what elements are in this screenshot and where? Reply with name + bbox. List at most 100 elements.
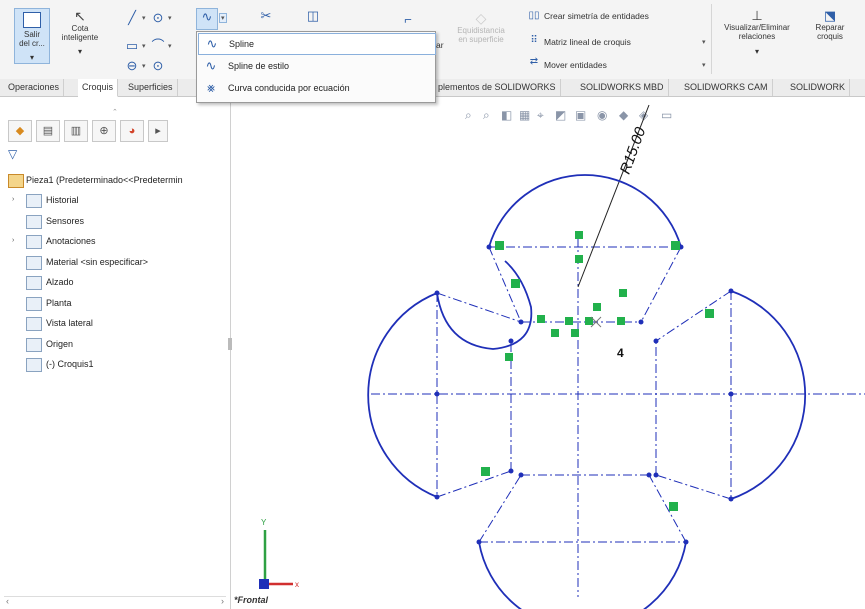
heads-up-view-toolbar[interactable]: ⌕ ⌕ ◧ ▦ ⌖ ◩ ▣ ◉ ◆ ◈ ▭ [465, 108, 672, 122]
spline-flyout-menu: ∿ Spline ∿ Spline de estilo ⨳ Curva cond… [196, 31, 436, 103]
filter-icon[interactable]: ▽ [8, 147, 17, 161]
exit-dropdown-arrow[interactable]: ▾ [15, 53, 49, 62]
linear-pattern-icon: ⠿ [530, 35, 538, 46]
line-tool-icon[interactable]: ╱ [124, 10, 140, 26]
tree-item[interactable]: Vista lateral [0, 313, 230, 333]
linear-pattern-button[interactable]: Matriz lineal de croquis [544, 37, 631, 47]
arc-tool-icon[interactable]: ⌒ [150, 38, 166, 54]
tree-root[interactable]: Pieza1 (Predeterminado<<Predetermin [0, 170, 230, 190]
expand-arrow-icon[interactable]: › [12, 190, 14, 210]
panel-collapse-handle[interactable]: ⌃ [112, 108, 118, 116]
surface-offset-icon: ◇ [475, 10, 487, 26]
history-icon [26, 194, 42, 208]
dimxpert-tab-icon[interactable]: ⊕ [92, 120, 116, 142]
convert-tool-icon[interactable]: ◫ [305, 8, 321, 24]
panel-horizontal-scrollbar[interactable]: ‹ › [4, 596, 226, 607]
trim-tool-icon[interactable]: ✂ [258, 8, 274, 24]
line-dropdown-arrow[interactable]: ▾ [142, 14, 146, 22]
exit-sketch-button[interactable]: Salir del cr... ▾ [14, 8, 50, 64]
offset-tool-icon[interactable]: ⌐ [400, 12, 416, 28]
zoom-area-icon: ⌕ [483, 108, 490, 122]
rectangle-dropdown-arrow[interactable]: ▾ [142, 42, 146, 50]
zoom-to-fit-icon: ⌕ [465, 108, 472, 122]
offset-partial-label: ar [436, 40, 444, 50]
mirror-icon: ▯▯ [528, 10, 540, 21]
repair-sketch-button[interactable]: ⬔ Reparar croquis [808, 8, 852, 41]
spline-tool-icon[interactable]: ∿ [196, 8, 218, 30]
panel-splitter-handle[interactable] [228, 338, 232, 350]
slot-tool-icon[interactable]: ⊖ [124, 58, 140, 74]
configuration-manager-tab-icon[interactable]: ▥ [64, 120, 88, 142]
rectangle-tool-icon[interactable]: ▭ [124, 38, 140, 54]
tab-mbd[interactable]: SOLIDWORKS MBD [576, 79, 669, 96]
sketch-geometry[interactable] [367, 174, 807, 609]
menu-item-style-spline[interactable]: ∿ Spline de estilo [198, 56, 434, 76]
repair-sketch-icon: ⬔ [823, 8, 837, 23]
tab-superficies[interactable]: Superficies [124, 79, 178, 96]
tree-item[interactable]: › Anotaciones [0, 231, 230, 251]
tree-item[interactable]: Planta [0, 293, 230, 313]
tab-complementos[interactable]: plementos de SOLIDWORKS [434, 79, 561, 96]
property-manager-tab-icon[interactable]: ▤ [36, 120, 60, 142]
expand-arrow-icon[interactable]: › [12, 231, 14, 251]
tree-item[interactable]: Sensores [0, 211, 230, 231]
annotations-icon [26, 235, 42, 249]
move-entities-button[interactable]: Mover entidades [544, 60, 607, 70]
polygon-tool-icon[interactable]: ⊙ [150, 58, 166, 74]
sketch-icon [26, 358, 42, 372]
section-view-icon: ▦ [519, 108, 530, 122]
exit-sketch-icon [23, 12, 41, 28]
panel-more-arrow[interactable]: ▸ [148, 120, 168, 142]
tree-item[interactable]: Origen [0, 334, 230, 354]
edit-appearance-icon: ◆ [619, 108, 629, 122]
view-settings-icon: ▭ [661, 108, 672, 122]
graphics-area[interactable]: ⌕ ⌕ ◧ ▦ ⌖ ◩ ▣ ◉ ◆ ◈ ▭ R15.00 4 Y x [231, 97, 865, 609]
style-spline-icon: ∿ [205, 58, 217, 73]
tree-item[interactable]: (-) Croquis1 [0, 354, 230, 374]
plane-icon [26, 276, 42, 290]
slot-dropdown-arrow[interactable]: ▾ [142, 62, 146, 70]
smart-dimension-button[interactable]: ↖ Cota inteligente ▾ [60, 8, 100, 62]
equation-curve-icon: ⨳ [206, 80, 216, 95]
plane-icon [26, 296, 42, 311]
tab-croquis[interactable]: Croquis [78, 79, 119, 97]
material-icon [26, 255, 42, 270]
mirror-entities-button[interactable]: Crear simetría de entidades [544, 11, 649, 21]
reference-triad: Y x [259, 518, 299, 589]
radius-dimension[interactable]: R15.00 [617, 124, 650, 176]
svg-text:x: x [295, 580, 299, 589]
spline-dropdown-arrow[interactable]: ▾ [219, 13, 227, 23]
tab-operaciones[interactable]: Operaciones [4, 79, 65, 96]
svg-text:Y: Y [261, 518, 267, 527]
display-delete-relations-button[interactable]: ⊥ Visualizar/Eliminar relaciones ▾ [716, 8, 798, 56]
pattern-count-label: 4 [617, 346, 624, 360]
previous-view-icon: ◧ [501, 108, 512, 122]
plane-icon [26, 317, 42, 331]
relations-icon: ⊥ [751, 8, 763, 23]
circle-dropdown-arrow[interactable]: ▾ [168, 14, 172, 22]
tab-solidworks-more[interactable]: SOLIDWORK [786, 79, 851, 96]
pattern-dropdown-arrow[interactable]: ▾ [702, 38, 706, 46]
display-manager-tab-icon[interactable]: ◕ [120, 120, 144, 142]
view-name-label: *Frontal [234, 595, 269, 605]
feature-manager-tab-icon[interactable]: ◆ [8, 120, 32, 142]
move-entities-icon: ⇄ [529, 56, 539, 67]
move-dropdown-arrow[interactable]: ▾ [702, 61, 706, 69]
display-style-icon: ▣ [575, 108, 586, 122]
origin-icon [26, 337, 42, 352]
menu-item-equation-curve[interactable]: ⨳ Curva conducida por ecuación [198, 78, 434, 98]
smart-dimension-icon: ↖ [74, 8, 86, 24]
menu-item-spline[interactable]: ∿ Spline [198, 33, 436, 55]
tree-item[interactable]: Alzado [0, 272, 230, 292]
tree-item[interactable]: › Historial [0, 190, 230, 210]
part-icon [8, 174, 24, 188]
spline-icon: ∿ [206, 36, 218, 51]
hide-show-icon: ◉ [597, 108, 607, 122]
tab-cam[interactable]: SOLIDWORKS CAM [680, 79, 773, 96]
surface-offset-button[interactable]: ◇ Equidistancia en superficie [450, 10, 512, 44]
arc-dropdown-arrow[interactable]: ▾ [168, 42, 172, 50]
circle-tool-icon[interactable]: ⊙ [150, 10, 166, 26]
sensors-icon [26, 214, 42, 229]
tree-item[interactable]: Material <sin especificar> [0, 252, 230, 272]
view-orientation-icon: ◩ [555, 108, 566, 122]
